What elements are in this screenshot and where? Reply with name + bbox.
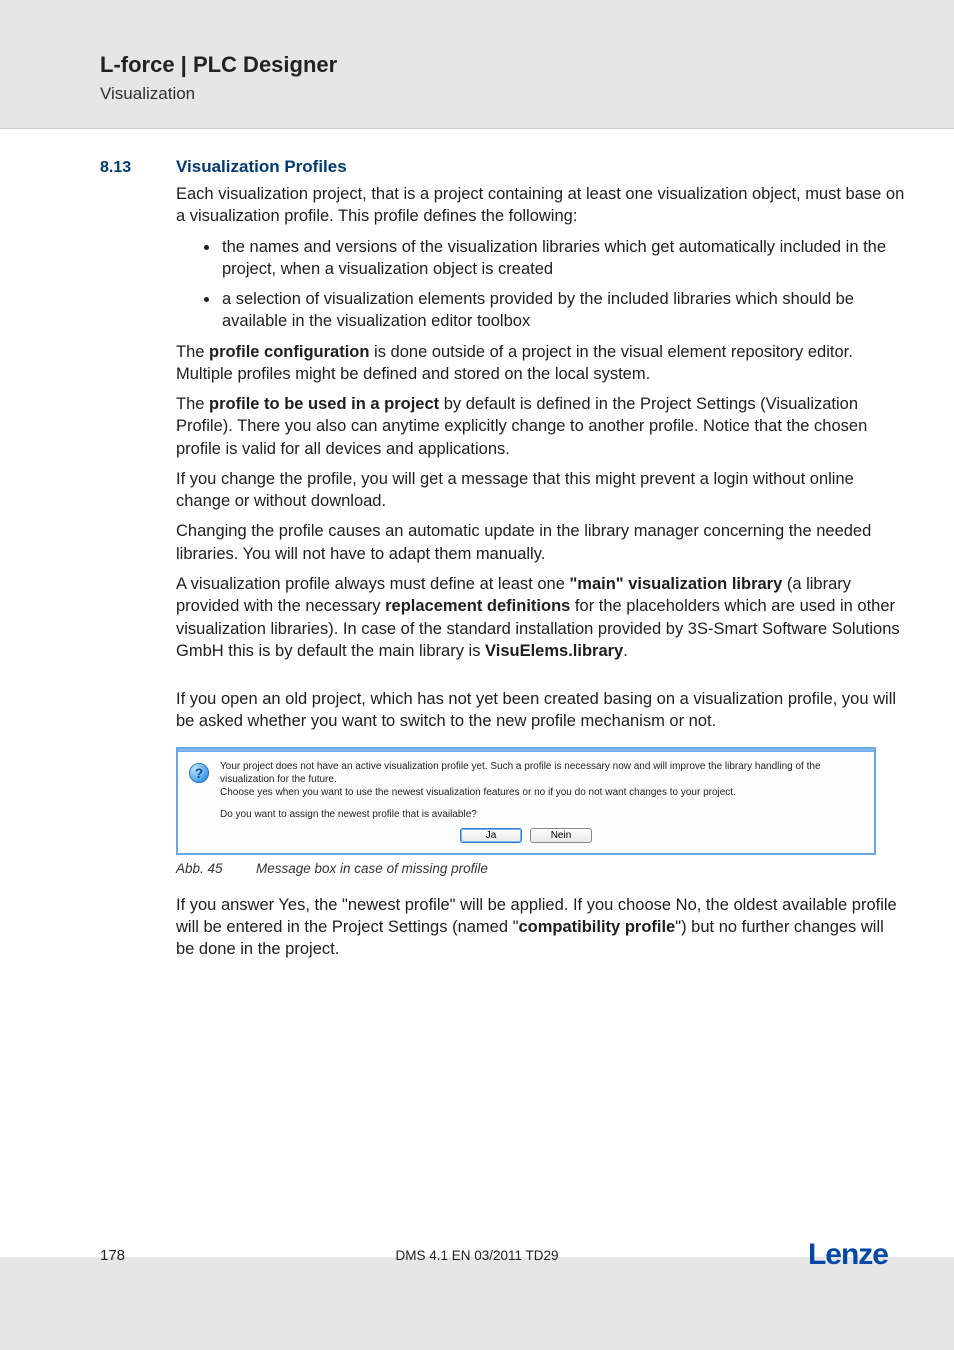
- dialog-box: ? Your project does not have an active v…: [176, 747, 876, 855]
- list-item: the names and versions of the visualizat…: [220, 236, 906, 281]
- section-heading: 8.13 Visualization Profiles: [100, 157, 914, 177]
- paragraph: A visualization profile always must defi…: [176, 573, 906, 662]
- page-footer: 178 DMS 4.1 EN 03/2011 TD29 Lenze: [0, 1238, 954, 1272]
- figure-messagebox: ? Your project does not have an active v…: [176, 747, 876, 855]
- paragraph: If you answer Yes, the "newest profile" …: [176, 894, 906, 961]
- svg-text:?: ?: [195, 765, 203, 780]
- lenze-logo: Lenze: [808, 1238, 888, 1272]
- paragraph: Each visualization project, that is a pr…: [176, 183, 906, 228]
- page-body: 8.13 Visualization Profiles Each visuali…: [0, 129, 954, 1257]
- list-item: a selection of visualization elements pr…: [220, 288, 906, 333]
- yes-button[interactable]: Ja: [460, 828, 522, 843]
- chapter-subtitle: Visualization: [100, 84, 954, 104]
- figure-caption: Abb. 45Message box in case of missing pr…: [176, 861, 914, 876]
- dialog-text: Your project does not have an active vis…: [220, 760, 864, 799]
- dialog-question: Do you want to assign the newest profile…: [178, 803, 874, 822]
- page-number: 178: [100, 1247, 125, 1264]
- section-title: Visualization Profiles: [176, 157, 347, 177]
- document-id: DMS 4.1 EN 03/2011 TD29: [395, 1248, 558, 1263]
- paragraph: The profile to be used in a project by d…: [176, 393, 906, 460]
- bullet-list: the names and versions of the visualizat…: [176, 236, 906, 333]
- question-icon: ?: [188, 762, 210, 784]
- product-title: L-force | PLC Designer: [100, 52, 954, 78]
- paragraph: Changing the profile causes an automatic…: [176, 520, 906, 565]
- no-button[interactable]: Nein: [530, 828, 592, 843]
- page-header: L-force | PLC Designer Visualization: [0, 0, 954, 104]
- section-number: 8.13: [100, 159, 144, 177]
- paragraph: The profile configuration is done outsid…: [176, 341, 906, 386]
- paragraph: If you open an old project, which has no…: [176, 688, 906, 733]
- paragraph: If you change the profile, you will get …: [176, 468, 906, 513]
